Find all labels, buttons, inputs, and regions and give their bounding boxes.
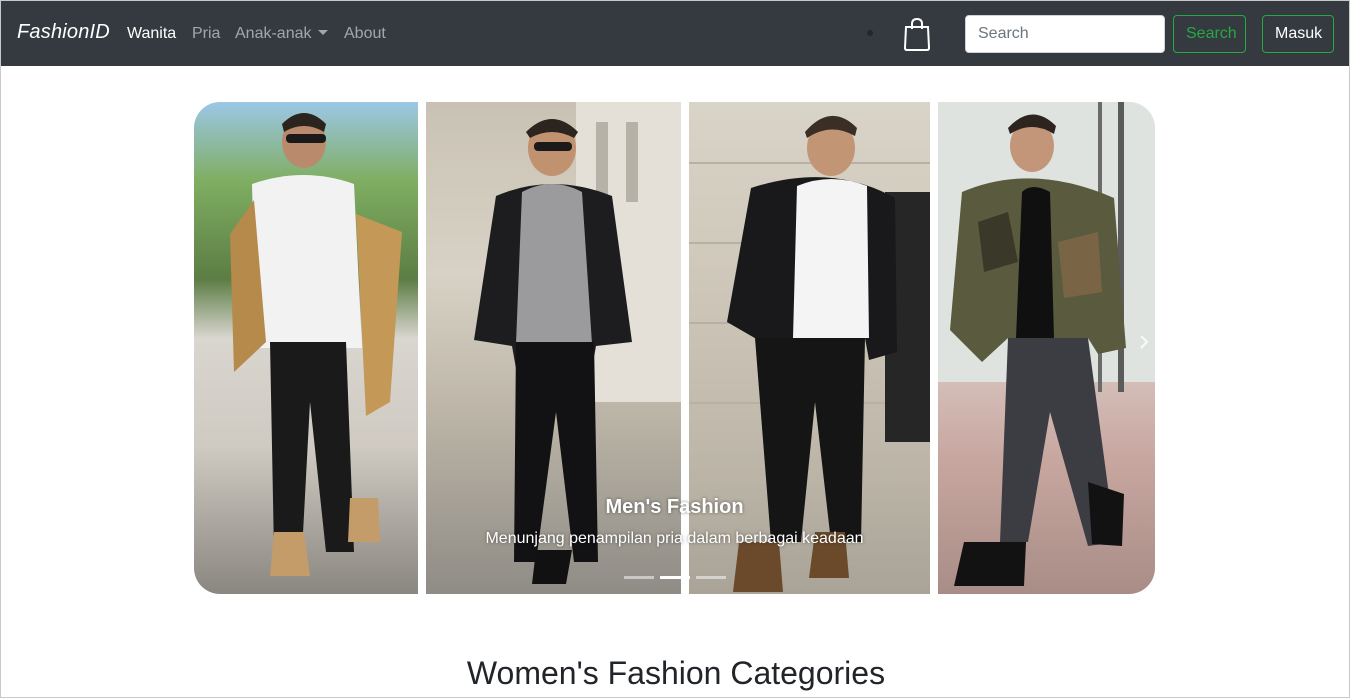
search-input[interactable] xyxy=(965,15,1165,53)
section-title-categories: Women's Fashion Categories xyxy=(466,655,886,691)
carousel-indicator-2[interactable] xyxy=(660,576,690,579)
carousel-indicator-3[interactable] xyxy=(696,576,726,579)
nav-dropdown-label: Anak-anak xyxy=(235,25,312,42)
carousel-indicators xyxy=(624,576,726,580)
carousel-photo-2 xyxy=(426,102,681,594)
navbar: FashionID Wanita Pria Anak-anak About Se… xyxy=(1,1,1349,66)
carousel-photo-1 xyxy=(194,102,418,594)
carousel-caption-title: Men's Fashion xyxy=(605,496,744,518)
dot-icon xyxy=(867,30,873,36)
carousel-indicator-1[interactable] xyxy=(624,576,654,579)
carousel-photo-4 xyxy=(938,102,1155,594)
nav-link-pria[interactable]: Pria xyxy=(192,25,220,43)
page: FashionID Wanita Pria Anak-anak About Se… xyxy=(0,0,1350,698)
nav-dropdown-anak-anak[interactable]: Anak-anak xyxy=(235,25,328,43)
login-button[interactable]: Masuk xyxy=(1262,15,1334,53)
nav-link-about[interactable]: About xyxy=(344,25,386,43)
carousel-caption-text: Menunjang penampilan pria dalam berbagai… xyxy=(485,530,864,547)
search-button[interactable]: Search xyxy=(1173,15,1246,53)
carousel-photo-3 xyxy=(689,102,930,594)
shopping-bag-icon[interactable] xyxy=(903,17,931,51)
chevron-right-icon[interactable] xyxy=(1139,334,1149,350)
caret-down-icon xyxy=(317,30,328,35)
hero-carousel: Men's Fashion Menunjang penampilan pria … xyxy=(194,102,1155,594)
brand-logo[interactable]: FashionID xyxy=(17,21,110,44)
nav-link-wanita[interactable]: Wanita xyxy=(127,25,176,43)
